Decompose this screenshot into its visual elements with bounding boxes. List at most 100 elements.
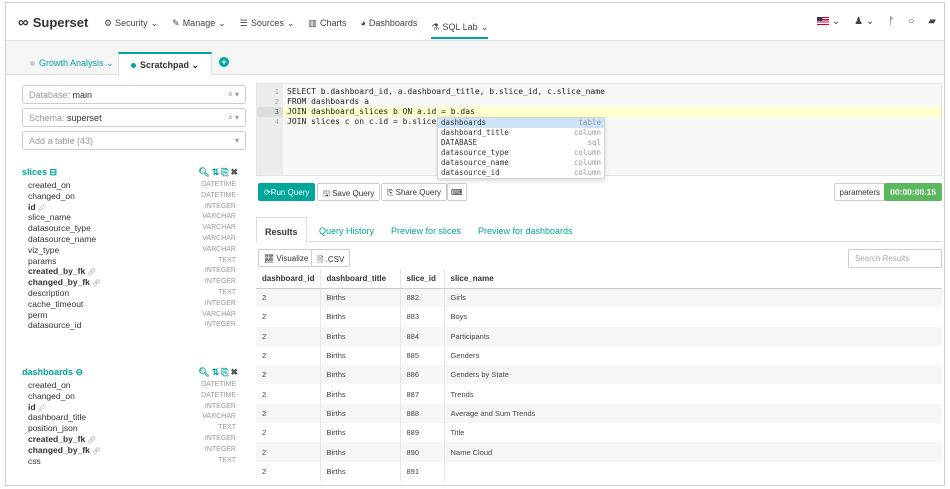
- tab-results[interactable]: Results: [256, 217, 307, 243]
- column-row: slice_name VARCHAR: [28, 212, 236, 223]
- add-tab-icon[interactable]: +: [219, 57, 229, 67]
- column-name-wrap: datasource_id: [28, 320, 81, 331]
- table-cell: Name Cloud: [444, 442, 942, 462]
- menu-label: Sources: [250, 18, 284, 28]
- query-timer: 00:00:00.15: [884, 183, 942, 201]
- csv-button[interactable]: 🗎︎ .CSV: [311, 249, 351, 267]
- column-row: params TEXT: [28, 256, 236, 267]
- column-name: datasource_name: [28, 233, 97, 244]
- search-results-input[interactable]: Search Results: [848, 249, 942, 268]
- menu-label: Security: [115, 18, 148, 28]
- search-icon[interactable]: 🔍︎: [198, 367, 211, 377]
- table-header-dashboards[interactable]: dashboards ⊖ 🔍︎⇅⎘✖: [22, 367, 246, 378]
- column-name: created_on: [28, 380, 71, 390]
- table-cell: Births: [320, 442, 401, 462]
- collapse-icon[interactable]: ⊖: [76, 367, 84, 377]
- table-cell: [444, 462, 942, 481]
- parameters-button[interactable]: parameters: [833, 183, 886, 201]
- column-type: INTEGER: [204, 278, 236, 286]
- menu-sources[interactable]: ☰ Sources ⌄: [240, 17, 295, 29]
- visualize-button[interactable]: 📈︎ Visualize: [258, 249, 315, 267]
- share-query-button[interactable]: ⎘ Share Query: [381, 183, 447, 201]
- column-row: perm VARCHAR: [28, 310, 236, 321]
- table-header-row: dashboard_id dashboard_title slice_id slice…: [256, 269, 942, 289]
- link-icon: 🔗︎: [85, 436, 97, 444]
- sort-icon[interactable]: ⇅: [212, 367, 222, 377]
- save-query-button[interactable]: 🖫︎ Save Query: [317, 183, 381, 201]
- suggestion-value: datasource_name: [441, 158, 509, 167]
- select-prefix: Schema:: [29, 113, 65, 123]
- autocomplete-item[interactable]: datasource_id column: [438, 168, 604, 178]
- column-row: created_on DATETIME: [28, 380, 236, 391]
- table-header-slices[interactable]: slices ⊟ 🔍︎⇅⎘✖: [22, 167, 246, 178]
- column-header[interactable]: slice_name: [444, 269, 942, 289]
- chevron-down-icon[interactable]: ▾: [235, 136, 239, 145]
- table-cell: Births: [320, 403, 401, 424]
- column-type: DATETIME: [201, 381, 236, 388]
- table-cell: 883: [400, 307, 445, 327]
- autocomplete-item[interactable]: datasource_name column: [438, 158, 604, 168]
- brand[interactable]: ∞ Superset: [18, 14, 88, 31]
- menu-sql-lab[interactable]: ⚗ SQL Lab ⌄: [431, 17, 489, 39]
- search-icon[interactable]: 🔍︎: [198, 167, 211, 177]
- table-cell: 882: [400, 288, 445, 308]
- column-name: cache_timeout: [28, 298, 84, 309]
- tab-scratchpad[interactable]: Scratchpad ⌄: [118, 52, 213, 75]
- git-branch-icon[interactable]: ᚠ: [888, 16, 894, 27]
- menu-manage[interactable]: ✎ Manage ⌄: [172, 17, 226, 29]
- column-row: id 🔑︎ INTEGER: [28, 202, 236, 213]
- table-row: 2 Births 883 Boys: [256, 307, 942, 327]
- refresh-icon: ⟳: [264, 188, 271, 197]
- menu-security[interactable]: ⚙ Security ⌄: [104, 17, 158, 29]
- collapse-icon[interactable]: ⊟: [50, 167, 58, 177]
- tab-preview-dashboards[interactable]: Preview for dashboards: [470, 217, 581, 242]
- select-placeholder: Add a table (43): [29, 136, 94, 146]
- column-row: dashboard_title VARCHAR: [28, 412, 236, 423]
- menu-label: Charts: [319, 18, 347, 28]
- column-header[interactable]: dashboard_title: [320, 269, 401, 289]
- tab-status-dot: [131, 63, 136, 69]
- github-icon[interactable]: ○: [908, 16, 914, 27]
- clear-chevron-icon[interactable]: × ▾: [228, 113, 239, 122]
- tab-growth-analysis[interactable]: Growth Analysis ⌄: [18, 52, 126, 75]
- run-query-button[interactable]: ⟳Run Query: [258, 183, 316, 201]
- column-header[interactable]: slice_id: [400, 269, 445, 289]
- language-menu[interactable]: ⌄: [816, 16, 840, 27]
- column-type: INTEGER: [204, 434, 236, 442]
- top-navbar: ∞ Superset ⚙ Security ⌄ ✎ Manage ⌄ ☰ Sources ⌄…: [6, 3, 944, 41]
- menu-label: Dashboards: [368, 18, 418, 28]
- book-icon[interactable]: ▰: [928, 16, 936, 27]
- sort-icon[interactable]: ⇅: [212, 167, 222, 177]
- sql-editor[interactable]: 1 SELECT b.dashboard_id, a.dashboard_titl…: [256, 83, 942, 179]
- autocomplete-item[interactable]: datasource_type column: [438, 148, 604, 158]
- tab-preview-slices[interactable]: Preview for slices: [383, 217, 469, 242]
- clear-chevron-icon[interactable]: × ▾: [228, 90, 239, 99]
- autocomplete-item[interactable]: dashboards table: [438, 118, 604, 128]
- close-icon[interactable]: ✖: [230, 167, 240, 177]
- column-name: datasource_type: [28, 223, 91, 234]
- menu-label: Manage: [182, 18, 216, 28]
- tab-query-history[interactable]: Query History: [311, 217, 382, 242]
- add-table-select[interactable]: Add a table (43) ▾: [22, 131, 246, 150]
- column-name: created_by_fk: [28, 433, 86, 444]
- suggestion-kind: column: [573, 158, 601, 167]
- suggestion-kind: column: [573, 148, 601, 157]
- table-cell: Births: [320, 288, 401, 308]
- bar-chart-icon: ▥: [308, 17, 317, 28]
- menu-charts[interactable]: ▥ Charts: [308, 17, 346, 29]
- column-name: changed_on: [28, 390, 75, 401]
- autocomplete-item[interactable]: dashboard_title column: [438, 128, 604, 138]
- database-select[interactable]: Database: main × ▾: [22, 85, 246, 104]
- tab-label: Growth Analysis: [39, 58, 104, 68]
- autocomplete-item[interactable]: DATABASE sql: [438, 138, 604, 148]
- schema-select[interactable]: Schema: superset × ▾: [22, 108, 246, 127]
- table-cell: Boys: [450, 312, 468, 322]
- user-menu[interactable]: ♟ ⌄: [854, 16, 874, 27]
- flask-icon: ⚗: [431, 21, 440, 32]
- close-icon[interactable]: ✖: [230, 367, 240, 377]
- menu-dashboards[interactable]: ◕ Dashboards: [360, 17, 417, 29]
- tab-label: Scratchpad: [140, 60, 190, 70]
- keyboard-shortcuts-button[interactable]: ⌨: [447, 183, 467, 201]
- column-header[interactable]: dashboard_id: [256, 269, 321, 289]
- save-icon: 🖫︎: [323, 189, 330, 198]
